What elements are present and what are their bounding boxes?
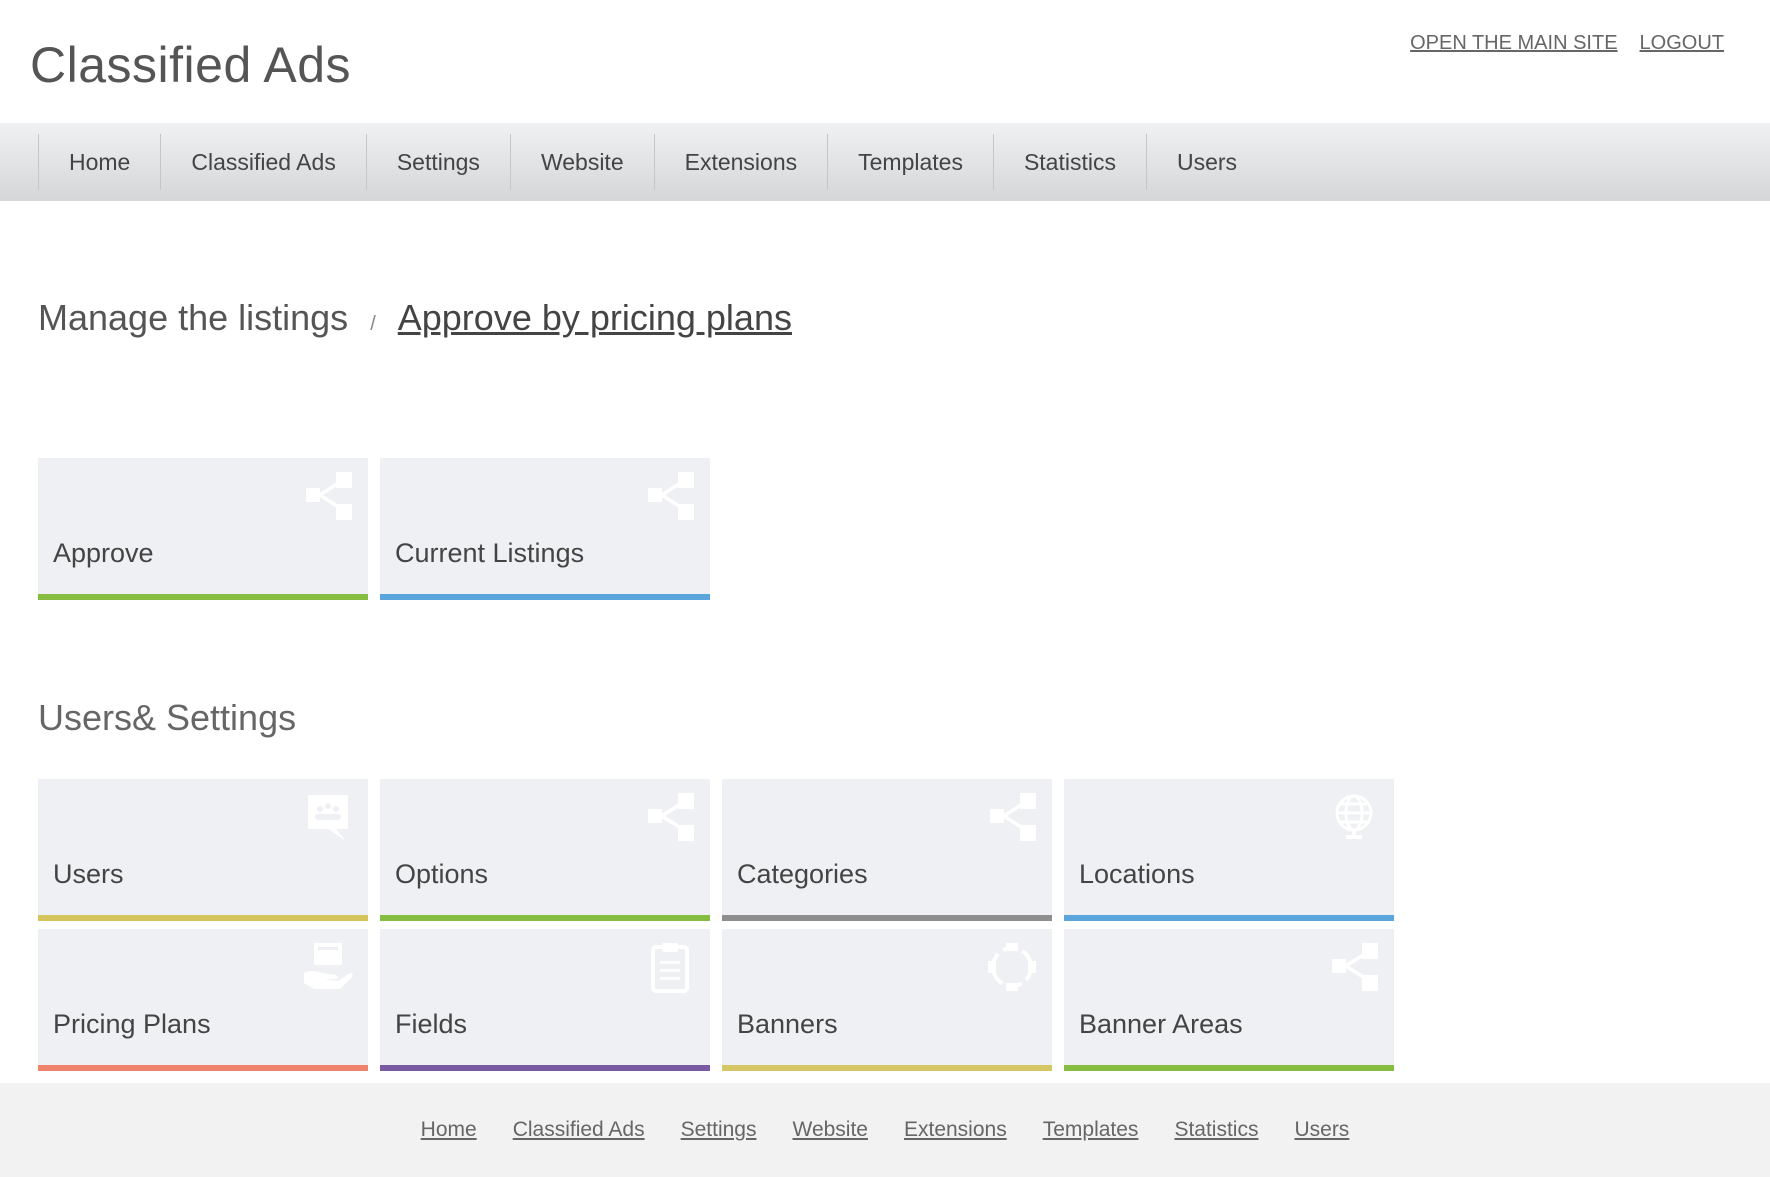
tile-locations[interactable]: Locations: [1064, 779, 1394, 921]
footer-link-settings[interactable]: Settings: [681, 1118, 757, 1142]
tile-approve[interactable]: Approve: [38, 458, 368, 600]
nav-item-templates[interactable]: Templates: [827, 134, 993, 190]
tile-label: Current Listings: [395, 538, 585, 568]
tile-color-bar: [722, 915, 1052, 921]
chat-users-icon: [302, 791, 354, 843]
tile-pricing-plans[interactable]: Pricing Plans: [38, 929, 368, 1071]
tile-label: Locations: [1079, 859, 1195, 889]
nav-item-extensions[interactable]: Extensions: [653, 134, 828, 190]
tile-label: Users: [53, 859, 124, 889]
tile-label: Banner Areas: [1079, 1009, 1243, 1039]
tile-categories[interactable]: Categories: [722, 779, 1052, 921]
tile-color-bar: [380, 594, 710, 600]
footer-link-extensions[interactable]: Extensions: [904, 1118, 1007, 1142]
tile-label: Approve: [53, 538, 154, 568]
footer-nav: Home Classified Ads Settings Website Ext…: [0, 1083, 1770, 1177]
tile-label: Options: [395, 859, 489, 889]
tile-color-bar: [380, 1065, 710, 1071]
section-title-users-settings: Users& Settings: [38, 697, 297, 738]
tile-color-bar: [38, 915, 368, 921]
open-main-site-link[interactable]: OPEN THE MAIN SITE: [1410, 32, 1617, 55]
footer-link-statistics[interactable]: Statistics: [1174, 1118, 1258, 1142]
top-links: OPEN THE MAIN SITE LOGOUT: [1410, 32, 1724, 55]
tile-banners[interactable]: Banners: [722, 929, 1052, 1071]
footer-link-home[interactable]: Home: [421, 1118, 477, 1142]
nav-item-website[interactable]: Website: [509, 134, 654, 190]
tile-current-listings[interactable]: Current Listings: [380, 458, 710, 600]
tile-options[interactable]: Options: [380, 779, 710, 921]
focus-icon: [986, 941, 1038, 993]
nav-item-statistics[interactable]: Statistics: [992, 134, 1146, 190]
tile-label: Categories: [737, 859, 868, 889]
share-icon: [1328, 941, 1380, 993]
clipboard-icon: [644, 941, 696, 993]
globe-icon: [1328, 791, 1380, 843]
nav-item-settings[interactable]: Settings: [365, 134, 510, 190]
share-icon: [986, 791, 1038, 843]
tile-color-bar: [38, 594, 368, 600]
tile-color-bar: [1064, 1065, 1394, 1071]
footer-link-templates[interactable]: Templates: [1043, 1118, 1139, 1142]
share-icon: [302, 470, 354, 522]
hand-card-icon: [302, 941, 354, 993]
tile-color-bar: [1064, 915, 1394, 921]
breadcrumb-root: Manage the listings: [38, 297, 349, 338]
nav-item-home[interactable]: Home: [38, 134, 160, 190]
main-nav: Home Classified Ads Settings Website Ext…: [0, 123, 1770, 201]
tile-label: Banners: [737, 1009, 838, 1039]
top-header: Classified Ads OPEN THE MAIN SITE LOGOUT: [0, 0, 1770, 123]
tile-banner-areas[interactable]: Banner Areas: [1064, 929, 1394, 1071]
tile-label: Pricing Plans: [53, 1009, 211, 1039]
tile-users[interactable]: Users: [38, 779, 368, 921]
tile-fields[interactable]: Fields: [380, 929, 710, 1071]
breadcrumb: Manage the listings / Approve by pricing…: [38, 297, 792, 339]
nav-item-classified-ads[interactable]: Classified Ads: [160, 134, 365, 190]
app-title: Classified Ads: [30, 37, 352, 93]
footer-link-website[interactable]: Website: [793, 1118, 868, 1142]
nav-item-users[interactable]: Users: [1145, 134, 1267, 190]
tile-color-bar: [38, 1065, 368, 1071]
footer-link-users[interactable]: Users: [1294, 1118, 1349, 1142]
breadcrumb-current-link[interactable]: Approve by pricing plans: [398, 297, 792, 339]
footer-link-classified-ads[interactable]: Classified Ads: [513, 1118, 645, 1142]
breadcrumb-separator: /: [370, 313, 376, 335]
tile-color-bar: [722, 1065, 1052, 1071]
tile-color-bar: [380, 915, 710, 921]
share-icon: [644, 470, 696, 522]
tile-label: Fields: [395, 1009, 468, 1039]
logout-link[interactable]: LOGOUT: [1640, 32, 1724, 55]
share-icon: [644, 791, 696, 843]
